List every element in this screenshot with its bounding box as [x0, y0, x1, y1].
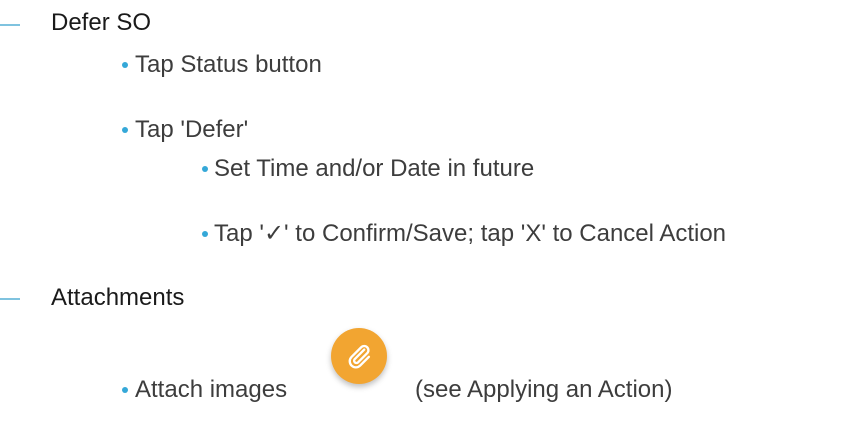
bullet [122, 387, 128, 393]
sub-item-confirm-cancel: Tap '✓' to Confirm/Save; tap 'X' to Canc… [214, 220, 727, 247]
list-item-attach-images: Attach images [135, 376, 288, 403]
list-item-tap-defer: Tap 'Defer' [135, 116, 249, 143]
list-item-tap-status: Tap Status button [135, 51, 322, 78]
section-dash-defer [0, 24, 20, 26]
section-dash-attachments [0, 298, 20, 300]
bullet [202, 166, 208, 172]
paperclip-icon [345, 342, 373, 370]
bullet [202, 231, 208, 237]
attach-button[interactable] [331, 328, 387, 384]
sub-item-set-time: Set Time and/or Date in future [214, 155, 535, 182]
section-heading-attachments: Attachments [51, 284, 185, 311]
section-heading-defer-so: Defer SO [51, 9, 152, 36]
see-applying-action-text: (see Applying an Action) [415, 376, 673, 403]
bullet [122, 127, 128, 133]
bullet [122, 62, 128, 68]
